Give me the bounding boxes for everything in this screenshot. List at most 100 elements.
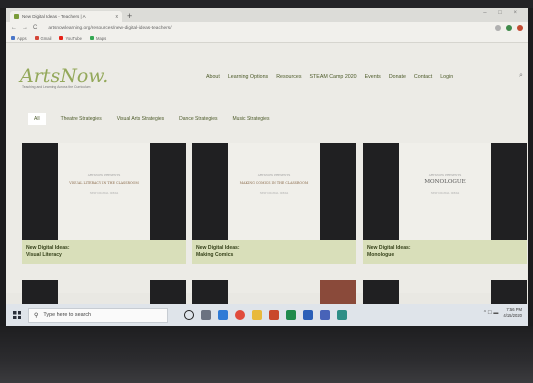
- thumbnail-dark-panel[interactable]: [363, 280, 399, 306]
- card-caption[interactable]: New Digital Ideas: Monologue: [363, 240, 527, 264]
- window-controls[interactable]: – □ ×: [483, 10, 522, 16]
- address-bar: ← → C artsnowlearning.org/resources/new-…: [6, 22, 528, 34]
- youtube-icon: [59, 36, 64, 40]
- thumbnail-dark-panel[interactable]: [150, 280, 186, 306]
- bookmark-youtube[interactable]: YouTube: [59, 35, 82, 41]
- thumbnail-subline: NEW DIGITAL IDEAS: [259, 192, 289, 195]
- windows-taskbar: ⚲ Type here to search ^ ☐ ▬ 7:56 PM 4/15…: [6, 304, 528, 326]
- laptop-bezel-bottom: [0, 326, 533, 383]
- word-icon[interactable]: [303, 310, 313, 320]
- thumbnail-subline: NEW DIGITAL IDEAS: [430, 192, 460, 195]
- bookmark-label: Gmail: [40, 35, 52, 41]
- filter-dance[interactable]: Dance Strategies: [179, 116, 217, 122]
- clock-date: 4/15/2020: [503, 313, 522, 318]
- pinned-apps: [184, 310, 347, 320]
- filter-music[interactable]: Music Strategies: [233, 116, 270, 122]
- card-caption-line: New Digital Ideas:: [26, 245, 70, 251]
- thumbnail-subline: NEW DIGITAL IDEAS: [89, 192, 119, 195]
- nav-login[interactable]: Login: [440, 74, 453, 80]
- search-icon[interactable]: ⌕: [519, 72, 523, 80]
- tray-icons[interactable]: ^ ☐ ▬: [484, 310, 499, 316]
- nav-contact[interactable]: Contact: [414, 74, 432, 80]
- thumbnail-dark-panel: [192, 143, 228, 240]
- tab-title: New Digital Ideas - Teachers | A: [22, 14, 86, 19]
- thumbnail-dark-panel: [363, 143, 399, 240]
- start-button[interactable]: [6, 304, 28, 326]
- card-visual-literacy[interactable]: ARTSNOW PRESENTS VISUAL LITERACY IN THE …: [22, 143, 186, 264]
- reload-button[interactable]: C: [33, 25, 37, 31]
- thumbnail-dark-panel[interactable]: [192, 280, 228, 306]
- screen: New Digital Ideas - Teachers | A x + – □…: [6, 8, 528, 326]
- extension-icon[interactable]: [506, 25, 512, 31]
- publisher-icon[interactable]: [337, 310, 347, 320]
- nav-events[interactable]: Events: [365, 74, 381, 80]
- thumbnail-dark-panel[interactable]: [491, 280, 527, 306]
- thumbnail-dark-panel: [150, 143, 186, 240]
- nav-steam-camp[interactable]: STEAM Camp 2020: [310, 74, 357, 80]
- gmail-icon: [34, 36, 39, 40]
- bookmarks-bar: Apps Gmail YouTube Maps: [6, 34, 528, 43]
- bookmark-label: YouTube: [65, 35, 82, 41]
- cortana-icon[interactable]: [184, 310, 194, 320]
- nav-about[interactable]: About: [206, 74, 220, 80]
- close-tab-icon[interactable]: x: [116, 14, 119, 20]
- back-button[interactable]: ←: [11, 25, 17, 31]
- maps-icon: [89, 36, 94, 40]
- taskbar-search[interactable]: ⚲ Type here to search: [28, 307, 168, 323]
- nav-donate[interactable]: Donate: [389, 74, 406, 80]
- file-explorer-icon[interactable]: [252, 310, 262, 320]
- search-icon: ⚲: [34, 312, 39, 319]
- card-making-comics[interactable]: ARTSNOW PRESENTS MAKING COMICS IN THE CL…: [192, 143, 356, 264]
- monitor-bezel-top: [0, 0, 533, 8]
- nav-learning-options[interactable]: Learning Options: [228, 74, 268, 80]
- card-caption-line: Visual Literacy: [26, 252, 62, 258]
- card-thumbnail[interactable]: ARTSNOW PRESENTS MAKING COMICS IN THE CL…: [192, 143, 356, 240]
- profile-icon[interactable]: [517, 25, 523, 31]
- filter-theatre[interactable]: Theatre Strategies: [61, 116, 102, 122]
- nav-resources[interactable]: Resources: [276, 74, 301, 80]
- bookmark-maps[interactable]: Maps: [89, 36, 106, 41]
- favicon-icon: [14, 14, 19, 19]
- powerpoint-icon[interactable]: [269, 310, 279, 320]
- thumbnail-topline: ARTSNOW PRESENTS: [87, 173, 121, 177]
- bookmark-label: Apps: [17, 35, 27, 41]
- outlook-icon[interactable]: [320, 310, 330, 320]
- chrome-icon[interactable]: [235, 310, 245, 320]
- site-logo[interactable]: ArtsNow.: [20, 65, 108, 87]
- card-thumbnail[interactable]: ARTSNOW PRESENTS VISUAL LITERACY IN THE …: [22, 143, 186, 240]
- windows-logo-icon: [13, 311, 21, 319]
- card-caption-line: Monologue: [367, 252, 395, 258]
- website: ArtsNow. Teaching and Learning Across th…: [6, 43, 528, 306]
- system-tray: ^ ☐ ▬ 7:56 PM 4/15/2020: [484, 307, 522, 319]
- task-view-icon[interactable]: [201, 310, 211, 320]
- thumbnail-dark-panel: [22, 143, 58, 240]
- strategy-filters: All Theatre Strategies Visual Arts Strat…: [28, 113, 269, 125]
- filter-all[interactable]: All: [28, 113, 46, 125]
- star-icon[interactable]: [495, 25, 501, 31]
- card-thumbnail[interactable]: ARTSNOW PRESENTS MONOLOGUE NEW DIGITAL I…: [363, 143, 527, 240]
- bookmark-gmail[interactable]: Gmail: [34, 35, 52, 41]
- card-caption[interactable]: New Digital Ideas: Visual Literacy: [22, 240, 186, 264]
- thumbnail-heading: MAKING COMICS IN THE CLASSROOM: [239, 181, 309, 185]
- site-tagline: Teaching and Learning Across the Curricu…: [22, 85, 91, 89]
- forward-button[interactable]: →: [22, 25, 28, 31]
- card-caption-line: Making Comics: [196, 252, 234, 258]
- bookmark-apps[interactable]: Apps: [11, 36, 27, 41]
- thumbnail-dark-panel: [320, 143, 356, 240]
- card-caption[interactable]: New Digital Ideas: Making Comics: [192, 240, 356, 264]
- excel-icon[interactable]: [286, 310, 296, 320]
- browser-tab[interactable]: New Digital Ideas - Teachers | A x: [10, 11, 122, 22]
- edge-icon[interactable]: [218, 310, 228, 320]
- thumbnail-heading: VISUAL LITERACY IN THE CLASSROOM: [69, 181, 139, 185]
- thumbnail-image[interactable]: [320, 280, 356, 306]
- clock[interactable]: 7:56 PM 4/15/2020: [503, 307, 522, 319]
- new-tab-button[interactable]: +: [127, 11, 132, 22]
- thumbnail-topline: ARTSNOW PRESENTS: [257, 173, 291, 177]
- filter-visual-arts[interactable]: Visual Arts Strategies: [117, 116, 164, 122]
- search-placeholder: Type here to search: [43, 312, 92, 318]
- thumbnail-dark-panel[interactable]: [22, 280, 58, 306]
- apps-icon: [11, 36, 15, 40]
- card-monologue[interactable]: ARTSNOW PRESENTS MONOLOGUE NEW DIGITAL I…: [363, 143, 527, 264]
- url-field[interactable]: artsnowlearning.org/resources/new-digita…: [48, 26, 490, 31]
- thumbnail-heading: MONOLOGUE: [424, 179, 466, 185]
